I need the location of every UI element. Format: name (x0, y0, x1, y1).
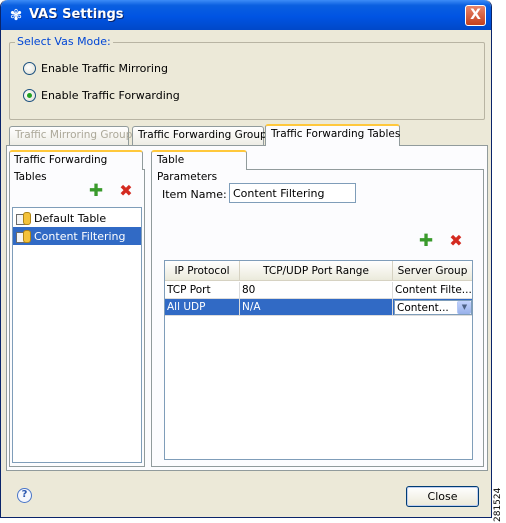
radio-button-checked[interactable] (23, 89, 36, 102)
radio-enable-traffic-mirroring[interactable]: Enable Traffic Mirroring (23, 62, 168, 75)
list-pane-tab[interactable]: Traffic Forwarding Tables (9, 150, 143, 183)
chevron-down-icon[interactable]: ▼ (457, 301, 471, 314)
delete-table-x-icon[interactable]: ✖ (118, 183, 134, 199)
list-item-label: Default Table (34, 211, 107, 225)
item-name-input[interactable] (229, 183, 356, 203)
radio-enable-traffic-forwarding[interactable]: Enable Traffic Forwarding (23, 89, 180, 102)
table-row[interactable]: All UDP N/A Content... ▼ (165, 299, 472, 316)
cell-server-group[interactable]: Content Filte... (393, 282, 472, 299)
tab-traffic-forwarding-groups[interactable]: Traffic Forwarding Groups (132, 126, 272, 145)
forwarding-tables-pane: ✚ ✖ Default Table Content Filtering (9, 169, 145, 467)
vas-mode-group-label: Select Vas Mode: (15, 35, 113, 48)
tab-traffic-mirroring-groups: Traffic Mirroring Groups (9, 126, 138, 145)
forwarding-rules-table: IP Protocol TCP/UDP Port Range Server Gr… (164, 260, 473, 460)
vas-logo-icon: ✾ (9, 6, 23, 24)
vas-settings-dialog: ✾ VAS Settings X Select Vas Mode: Enable… (0, 0, 492, 518)
delete-row-x-icon[interactable]: ✖ (448, 233, 464, 249)
top-tab-strip: Traffic Mirroring Groups Traffic Forward… (9, 124, 489, 146)
cell-ip-protocol[interactable]: TCP Port (165, 282, 240, 299)
table-header: IP Protocol TCP/UDP Port Range Server Gr… (165, 261, 472, 281)
radio-label-mirroring: Enable Traffic Mirroring (41, 62, 168, 75)
radio-button-unchecked[interactable] (23, 62, 36, 75)
table-icon (15, 211, 31, 225)
server-group-dropdown-value: Content... (397, 301, 449, 314)
list-item-content-filtering[interactable]: Content Filtering (13, 227, 141, 245)
server-group-dropdown[interactable]: Content... ▼ (394, 300, 472, 315)
window-close-button[interactable]: X (465, 5, 486, 26)
cell-port-range[interactable]: N/A (240, 299, 393, 316)
list-item-label: Content Filtering (34, 229, 126, 243)
forwarding-tables-list[interactable]: Default Table Content Filtering (12, 207, 142, 463)
table-icon (15, 229, 31, 243)
help-icon[interactable]: ? (17, 488, 32, 503)
tab-table-parameters[interactable]: Table Parameters (151, 150, 247, 183)
item-name-label: Item Name: (162, 188, 227, 201)
window-title: VAS Settings (29, 7, 124, 22)
column-header-ip-protocol[interactable]: IP Protocol (165, 261, 240, 281)
title-bar[interactable]: ✾ VAS Settings X (1, 0, 491, 30)
cell-ip-protocol[interactable]: All UDP (165, 299, 240, 316)
cell-port-range[interactable]: 80 (240, 282, 393, 299)
table-row[interactable]: TCP Port 80 Content Filte... (165, 282, 472, 299)
add-table-plus-icon[interactable]: ✚ (88, 183, 104, 200)
table-parameters-pane: Item Name: ✚ ✖ IP Protocol TCP/UDP Port … (151, 169, 484, 467)
figure-code: 281524 (493, 487, 503, 522)
tab-traffic-forwarding-tables[interactable]: Traffic Forwarding Tables (265, 124, 400, 146)
column-header-port-range[interactable]: TCP/UDP Port Range (240, 261, 393, 281)
column-header-server-group[interactable]: Server Group (393, 261, 472, 281)
list-item-default-table[interactable]: Default Table (13, 209, 141, 227)
close-button[interactable]: Close (406, 486, 479, 507)
add-row-plus-icon[interactable]: ✚ (418, 233, 434, 250)
radio-label-forwarding: Enable Traffic Forwarding (41, 89, 180, 102)
vas-mode-group: Select Vas Mode: Enable Traffic Mirrorin… (9, 35, 485, 120)
cell-server-group-editor[interactable]: Content... ▼ (393, 299, 472, 316)
